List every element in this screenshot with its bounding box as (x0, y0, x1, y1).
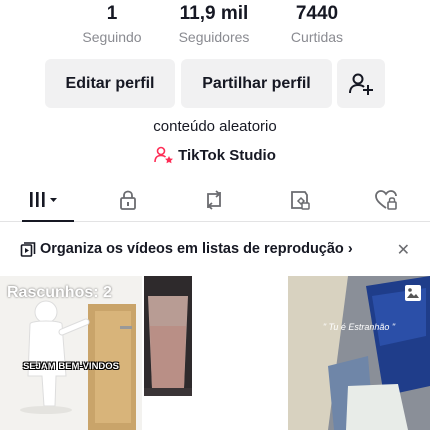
profile-bio: conteúdo aleatorio (153, 118, 277, 135)
following-count: 1 (106, 3, 118, 24)
welcome-caption: SEJAM BEM-VINDOS (22, 361, 120, 372)
close-icon[interactable]: ✕ (397, 240, 410, 260)
glass-thumbnail (144, 276, 286, 430)
tab-saved[interactable] (280, 186, 320, 214)
studio-user-icon (154, 146, 174, 164)
stat-followers[interactable]: 11,9 mil Seguidores (159, 2, 269, 48)
likes-label: Curtidas (290, 29, 344, 45)
add-friend-button[interactable] (337, 59, 385, 108)
add-user-icon (349, 73, 373, 95)
playlist-icon (20, 242, 36, 257)
playlist-banner[interactable]: Organiza os vídeos em listas de reproduç… (0, 232, 430, 266)
studio-label: TikTok Studio (178, 146, 276, 164)
playlist-banner-text: Organiza os vídeos em listas de reproduç… (40, 241, 353, 257)
following-label: Seguindo (82, 29, 142, 45)
photo-carousel-icon (405, 285, 421, 301)
estranhao-caption: " Tu é Estranhão " (322, 322, 396, 332)
video-tile-3[interactable]: " Tu é Estranhão " (288, 276, 430, 430)
tiktok-studio-link[interactable]: TikTok Studio (0, 146, 430, 164)
video-tile-2[interactable] (144, 276, 286, 430)
drafts-count-label: Rascunhos: 2 (7, 284, 112, 301)
tab-videos[interactable] (24, 186, 64, 214)
tab-private[interactable] (108, 186, 148, 214)
heart-lock-icon (375, 190, 397, 210)
drafts-tile[interactable]: Rascunhos: 2 SEJAM BEM-VINDOS (0, 276, 142, 430)
tab-liked[interactable] (366, 186, 406, 214)
video-grid: Rascunhos: 2 SEJAM BEM-VINDOS " Tu é Est… (0, 276, 430, 430)
stat-likes[interactable]: 7440 Curtidas (262, 2, 372, 48)
followers-label: Seguidores (178, 29, 250, 45)
playlist-banner-label: Organiza os vídeos em listas de reproduç… (40, 241, 344, 257)
profile-tabs (0, 178, 430, 222)
likes-count: 7440 (295, 3, 339, 24)
active-tab-indicator (22, 220, 74, 222)
profile-stats: 1 Seguindo 11,9 mil Seguidores 7440 Curt… (0, 0, 430, 52)
share-profile-button[interactable]: Partilhar perfil (181, 59, 332, 108)
edit-profile-button[interactable]: Editar perfil (45, 59, 175, 108)
tab-reposts[interactable] (194, 186, 234, 214)
lock-icon (120, 190, 136, 210)
followers-count: 11,9 mil (179, 3, 249, 24)
grid-icon (30, 192, 57, 207)
chevron-right-icon: › (347, 241, 353, 257)
repost-icon (207, 190, 221, 210)
bookmark-lock-icon (291, 191, 310, 210)
stat-following[interactable]: 1 Seguindo (57, 2, 167, 48)
